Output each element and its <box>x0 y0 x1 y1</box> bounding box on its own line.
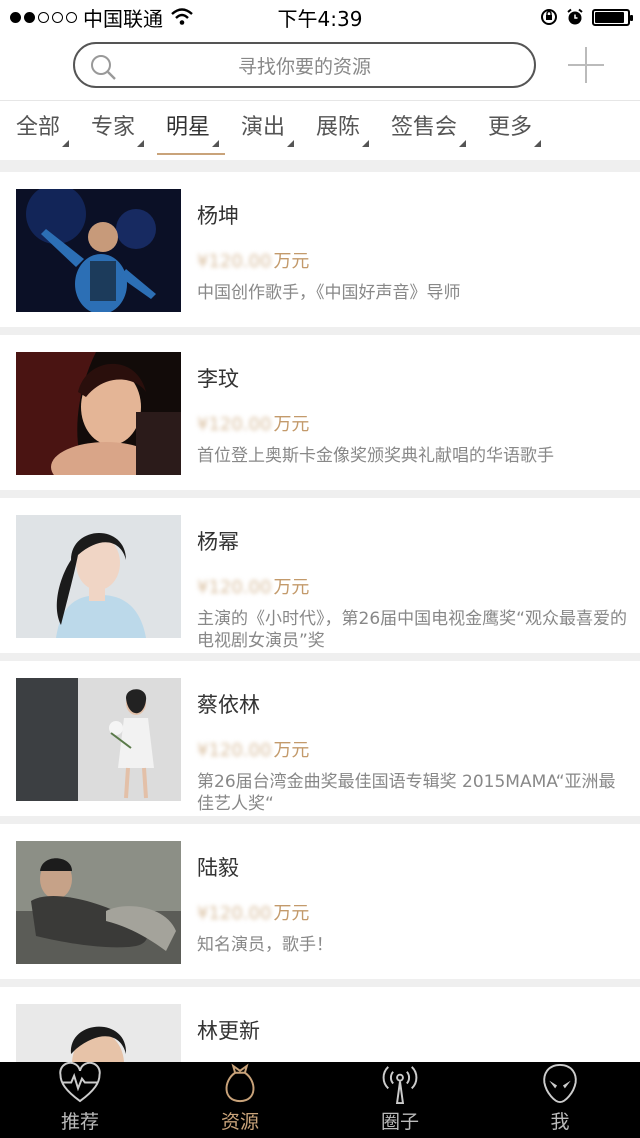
tabbar-item-me[interactable]: 我 <box>480 1062 640 1138</box>
tab-label: 演出 <box>241 115 286 140</box>
carrier-label: 中国联通 <box>83 6 163 31</box>
tab-label: 签售会 <box>391 115 458 140</box>
signal-strength-icon <box>10 11 77 23</box>
wifi-icon <box>171 8 193 25</box>
celebrity-photo <box>16 352 181 475</box>
list-item[interactable]: 杨坤 ¥120.00 万元中国创作歌手，《中国好声音》导师 <box>0 172 640 327</box>
item-name: 陆毅 <box>197 856 239 880</box>
tab-label: 全部 <box>16 115 61 140</box>
tab-label: 展陈 <box>316 115 361 140</box>
price-value: ¥120.00 <box>197 577 272 598</box>
item-description: 知名演员，歌手！ <box>197 935 333 955</box>
battery-icon <box>592 8 633 26</box>
item-description: 主演的《小时代》，第26届中国电视金鹰奖“观众最喜爱的电视剧女演员”奖 <box>197 609 627 651</box>
rotation-lock-icon <box>541 9 557 25</box>
search-input[interactable]: 寻找你要的资源 <box>73 42 536 88</box>
price-value: ¥120.00 <box>197 251 272 272</box>
dropdown-caret-icon <box>212 140 220 147</box>
tabbar-label: 我 <box>550 1111 570 1133</box>
money-bag-icon <box>225 1063 255 1103</box>
search-header: 寻找你要的资源 <box>0 34 640 100</box>
list-item[interactable]: 陆毅 ¥120.00 万元知名演员，歌手！ <box>0 824 640 979</box>
price-value: ¥120.00 <box>197 414 272 435</box>
item-name: 林更新 <box>197 1019 260 1043</box>
list-item[interactable]: 蔡依林 ¥120.00 万元第26届台湾金曲奖最佳国语专辑奖 2015MAMA“亚洲… <box>0 661 640 816</box>
item-description: 第26届台湾金曲奖最佳国语专辑奖 2015MAMA“亚洲最佳艺人奖“ <box>197 772 616 814</box>
tab-6[interactable]: 更多 <box>488 101 542 155</box>
dropdown-caret-icon <box>534 140 542 147</box>
item-name: 杨幂 <box>197 530 239 554</box>
tab-5[interactable]: 签售会 <box>391 101 467 155</box>
dropdown-caret-icon <box>362 140 370 147</box>
search-icon <box>91 55 116 80</box>
item-description: 首位登上奥斯卡金像奖颁奖典礼献唱的华语歌手 <box>197 446 554 466</box>
tab-1[interactable]: 专家 <box>91 101 145 155</box>
celebrity-photo <box>16 189 181 312</box>
item-price: ¥120.00 万元 <box>197 247 309 273</box>
dropdown-caret-icon <box>62 140 70 147</box>
active-tab-indicator <box>157 153 225 155</box>
item-description: 中国创作歌手，《中国好声音》导师 <box>197 283 461 303</box>
tab-2[interactable]: 明星 <box>166 101 220 155</box>
dropdown-caret-icon <box>287 140 295 147</box>
item-price: ¥120.00 万元 <box>197 410 309 436</box>
item-name: 蔡依林 <box>197 693 260 717</box>
category-tabs: 全部 专家 明星 演出 展陈 签售会 更多 <box>0 100 640 160</box>
item-price: ¥120.00 万元 <box>197 899 309 925</box>
price-unit: 万元 <box>273 903 310 924</box>
item-price: ¥120.00 万元 <box>197 736 309 762</box>
bottom-tab-bar: 推荐 资源 圈子 我 <box>0 1062 640 1138</box>
tabbar-label: 推荐 <box>60 1111 99 1133</box>
dropdown-caret-icon <box>459 140 467 147</box>
status-bar: 中国联通 下午4:39 <box>0 0 640 34</box>
dropdown-caret-icon <box>137 140 145 147</box>
celebrity-photo <box>16 841 181 964</box>
tab-3[interactable]: 演出 <box>241 101 295 155</box>
tabbar-item-recommend[interactable]: 推荐 <box>0 1062 160 1138</box>
list-item[interactable]: 李玟 ¥120.00 万元首位登上奥斯卡金像奖颁奖典礼献唱的华语歌手 <box>0 335 640 490</box>
celebrity-photo <box>16 515 181 638</box>
tab-label: 明星 <box>166 115 211 140</box>
add-icon[interactable] <box>567 46 605 84</box>
tabbar-item-resources[interactable]: 资源 <box>160 1062 320 1138</box>
broadcast-icon <box>382 1066 418 1105</box>
price-unit: 万元 <box>273 740 310 761</box>
tab-label: 更多 <box>488 115 533 140</box>
price-value: ¥120.00 <box>197 740 272 761</box>
tabbar-item-circle[interactable]: 圈子 <box>320 1062 480 1138</box>
tab-label: 专家 <box>91 115 136 140</box>
celebrity-photo <box>16 678 181 801</box>
tab-0[interactable]: 全部 <box>16 101 70 155</box>
alarm-icon <box>567 8 583 25</box>
price-unit: 万元 <box>273 577 310 598</box>
price-unit: 万元 <box>273 251 310 272</box>
tabbar-label: 圈子 <box>380 1111 419 1133</box>
price-unit: 万元 <box>273 414 310 435</box>
price-value: ¥120.00 <box>197 903 272 924</box>
tab-4[interactable]: 展陈 <box>316 101 370 155</box>
heart-pulse-icon <box>59 1062 101 1103</box>
list-item[interactable]: 杨幂 ¥120.00 万元主演的《小时代》，第26届中国电视金鹰奖“观众最喜爱的电视… <box>0 498 640 653</box>
item-name: 李玟 <box>197 367 239 391</box>
alien-icon <box>543 1063 577 1104</box>
search-placeholder: 寻找你要的资源 <box>237 55 371 78</box>
item-name: 杨坤 <box>197 204 239 228</box>
item-price: ¥120.00 万元 <box>197 573 309 599</box>
tabbar-label: 资源 <box>220 1111 259 1133</box>
